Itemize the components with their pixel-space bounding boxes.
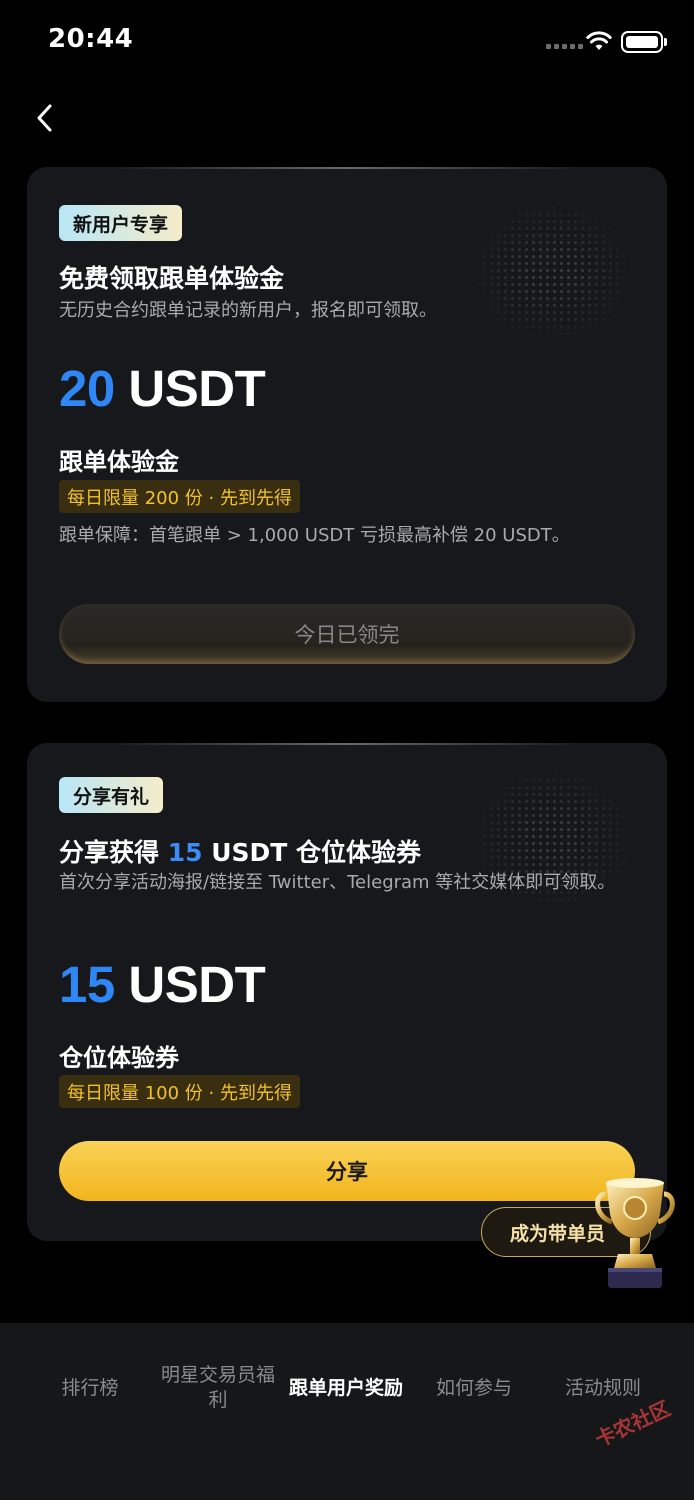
share-button[interactable]: 分享: [59, 1141, 635, 1201]
wifi-icon: [586, 31, 612, 50]
new-user-card: 新用户专享 免费领取跟单体验金 无历史合约跟单记录的新用户，报名即可领取。 20…: [27, 167, 667, 702]
tab-star-trader-benefits[interactable]: 明星交易员福利: [160, 1323, 276, 1453]
card-description: 首次分享活动海报/链接至 Twitter、Telegram 等社交媒体即可领取。: [59, 872, 616, 893]
daily-limit-tag: 每日限量 100 份 · 先到先得: [59, 1075, 300, 1108]
reward-amount: 20 USDT: [59, 359, 266, 418]
claimed-out-button[interactable]: 今日已领完: [59, 604, 635, 664]
daily-limit-tag: 每日限量 200 份 · 先到先得: [59, 480, 300, 513]
share-card: 分享有礼 分享获得 15 USDT 仓位体验券 首次分享活动海报/链接至 Twi…: [27, 743, 667, 1241]
reward-subtitle: 仓位体验券: [59, 1044, 179, 1072]
reward-amount-unit: USDT: [114, 956, 266, 1013]
share-badge: 分享有礼: [59, 777, 164, 813]
reward-amount-unit: USDT: [114, 360, 266, 417]
tab-how-to-join[interactable]: 如何参与: [420, 1323, 528, 1453]
title-highlight: 15: [167, 838, 203, 867]
card-description: 无历史合约跟单记录的新用户，报名即可领取。: [59, 300, 437, 321]
new-user-badge: 新用户专享: [59, 205, 183, 241]
reward-amount: 15 USDT: [59, 955, 266, 1014]
dot-pattern-decoration: [467, 197, 637, 347]
tab-leaderboard[interactable]: 排行榜: [40, 1323, 140, 1453]
card-title: 分享获得 15 USDT 仓位体验券: [59, 833, 421, 869]
bottom-tab-bar: 排行榜 明星交易员福利 跟单用户奖励 如何参与 活动规则: [0, 1323, 694, 1500]
reward-amount-number: 15: [59, 956, 115, 1013]
title-prefix: 分享获得: [59, 838, 168, 867]
battery-icon: [621, 31, 667, 53]
reward-subtitle: 跟单体验金: [59, 448, 179, 476]
chevron-left-icon: [37, 104, 52, 132]
tab-follower-rewards[interactable]: 跟单用户奖励: [288, 1323, 404, 1453]
status-bar: 20:44: [0, 0, 694, 84]
back-button[interactable]: [28, 98, 60, 138]
card-title: 免费领取跟单体验金: [59, 264, 285, 293]
trophy-icon[interactable]: [592, 1172, 678, 1292]
reward-amount-number: 20: [59, 360, 115, 417]
status-time: 20:44: [48, 24, 134, 54]
title-suffix: USDT 仓位体验券: [202, 838, 422, 867]
guarantee-text: 跟单保障：首笔跟单 > 1,000 USDT 亏损最高补偿 20 USDT。: [59, 525, 570, 546]
cellular-signal-icon: [546, 44, 583, 49]
